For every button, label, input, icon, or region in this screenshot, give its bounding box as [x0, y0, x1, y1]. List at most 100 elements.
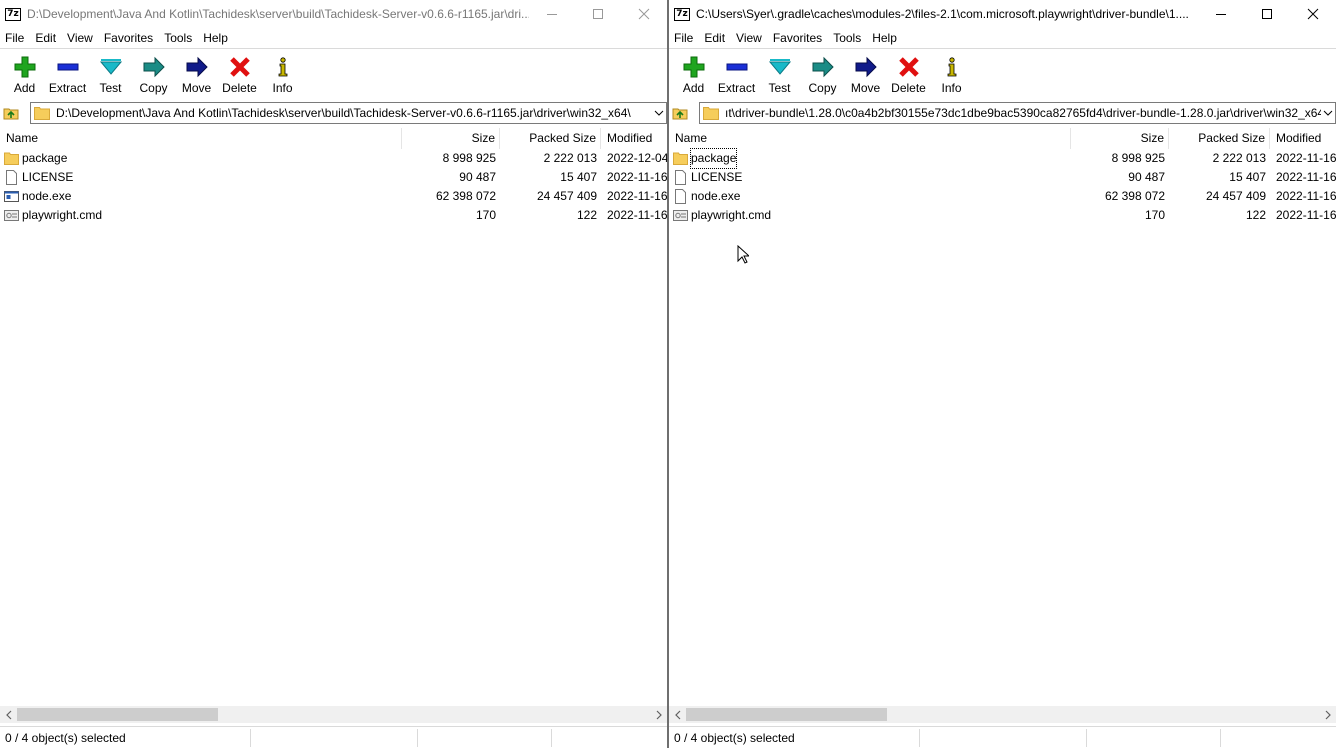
folder-icon [34, 107, 50, 120]
scroll-right-button[interactable] [1319, 706, 1336, 723]
title-bar[interactable]: 7z D:\Development\Java And Kotlin\Tachid… [0, 0, 667, 28]
item-modified: 2022-11-16 [1276, 151, 1336, 165]
item-modified: 2022-11-16 [1276, 170, 1336, 184]
folder-up-icon [672, 108, 688, 120]
test-button[interactable]: Test [89, 50, 132, 96]
scroll-left-button[interactable] [0, 706, 17, 723]
list-item[interactable]: node.exe 62 398 072 24 457 409 2022-11-1… [669, 187, 1336, 206]
item-packed-size: 122 [576, 208, 597, 222]
address-dropdown[interactable] [1321, 110, 1335, 116]
address-field[interactable]: ıt\driver-bundle\1.28.0\c0a4b2bf30155e73… [699, 102, 1336, 124]
delete-button[interactable]: Delete [887, 50, 930, 96]
column-packed-size[interactable]: Packed Size [500, 128, 601, 149]
copy-button[interactable]: Copy [801, 50, 844, 96]
info-button[interactable]: Info [261, 50, 304, 96]
extract-button[interactable]: Extract [46, 50, 89, 96]
test-icon [768, 59, 791, 75]
item-size: 90 487 [459, 170, 496, 184]
script-icon [4, 210, 19, 221]
title-bar[interactable]: 7z C:\Users\Syer\.gradle\caches\modules-… [669, 0, 1336, 28]
scroll-right-button[interactable] [650, 706, 667, 723]
scrollbar-thumb[interactable] [17, 708, 218, 721]
list-item[interactable]: LICENSE 90 487 15 407 2022-11-16 [669, 168, 1336, 187]
item-name: package [689, 148, 738, 169]
info-label: Info [272, 81, 293, 95]
extract-icon [57, 63, 78, 71]
address-text[interactable]: ıt\driver-bundle\1.28.0\c0a4b2bf30155e73… [725, 106, 1321, 120]
add-button[interactable]: Add [3, 50, 46, 96]
close-icon [1307, 8, 1319, 20]
menu-file[interactable]: File [669, 28, 699, 49]
menu-tools[interactable]: Tools [828, 28, 867, 49]
address-text[interactable]: D:\Development\Java And Kotlin\Tachidesk… [56, 106, 652, 120]
minimize-icon [1216, 14, 1226, 15]
move-button[interactable]: Move [175, 50, 218, 96]
parent-folder-button[interactable] [0, 102, 22, 124]
column-size[interactable]: Size [402, 128, 500, 149]
list-item[interactable]: LICENSE 90 487 15 407 2022-11-16 [0, 168, 667, 187]
extract-button[interactable]: Extract [715, 50, 758, 96]
horizontal-scrollbar[interactable] [0, 706, 667, 723]
close-button[interactable] [1290, 0, 1336, 28]
list-item[interactable]: playwright.cmd 170 122 2022-11-16 [0, 206, 667, 225]
column-modified[interactable]: Modified [1270, 128, 1336, 149]
list-header: Name Size Packed Size Modified [0, 128, 667, 149]
file-icon [6, 170, 17, 185]
column-modified[interactable]: Modified [601, 128, 667, 149]
list-item[interactable]: package 8 998 925 2 222 013 2022-11-16 [669, 148, 1336, 169]
column-name[interactable]: Name [0, 128, 402, 149]
horizontal-scrollbar[interactable] [669, 706, 1336, 723]
parent-folder-button[interactable] [669, 102, 691, 124]
copy-icon [143, 56, 165, 78]
extract-label: Extract [717, 81, 756, 95]
item-name: node.exe [691, 189, 741, 203]
close-button[interactable] [621, 0, 667, 28]
address-dropdown[interactable] [652, 110, 666, 116]
minimize-button[interactable] [529, 0, 575, 28]
move-icon [855, 56, 877, 78]
minimize-button[interactable] [1198, 0, 1244, 28]
delete-button[interactable]: Delete [218, 50, 261, 96]
column-packed-size[interactable]: Packed Size [1169, 128, 1270, 149]
copy-icon [812, 56, 834, 78]
delete-icon [229, 57, 250, 77]
address-field[interactable]: D:\Development\Java And Kotlin\Tachidesk… [30, 102, 667, 124]
info-button[interactable]: Info [930, 50, 973, 96]
list-item[interactable]: playwright.cmd 170 122 2022-11-16 [669, 206, 1336, 225]
item-name: LICENSE [691, 170, 743, 184]
column-size[interactable]: Size [1071, 128, 1169, 149]
menu-view[interactable]: View [731, 28, 768, 49]
scroll-left-button[interactable] [669, 706, 686, 723]
exe-icon [4, 191, 19, 202]
column-name[interactable]: Name [669, 128, 1071, 149]
menu-favorites[interactable]: Favorites [99, 28, 159, 49]
folder-icon [703, 107, 719, 120]
extract-icon [726, 63, 747, 71]
chevron-right-icon [1325, 710, 1331, 719]
test-button[interactable]: Test [758, 50, 801, 96]
status-separator [1220, 729, 1221, 747]
file-icon [675, 170, 686, 185]
menu-edit[interactable]: Edit [30, 28, 62, 49]
status-separator [250, 729, 251, 747]
list-item[interactable]: node.exe 62 398 072 24 457 409 2022-11-1… [0, 187, 667, 206]
scrollbar-thumb[interactable] [686, 708, 887, 721]
menu-file[interactable]: File [0, 28, 30, 49]
copy-button[interactable]: Copy [132, 50, 175, 96]
list-item[interactable]: package 8 998 925 2 222 013 2022-12-04 [0, 149, 667, 168]
maximize-button[interactable] [1244, 0, 1290, 28]
add-icon [683, 56, 704, 78]
menu-view[interactable]: View [62, 28, 99, 49]
menu-help[interactable]: Help [867, 28, 903, 49]
menu-help[interactable]: Help [198, 28, 234, 49]
move-button[interactable]: Move [844, 50, 887, 96]
info-icon [947, 57, 956, 77]
delete-icon [898, 57, 919, 77]
item-size: 8 998 925 [1111, 151, 1165, 165]
menu-tools[interactable]: Tools [159, 28, 198, 49]
maximize-button[interactable] [575, 0, 621, 28]
menu-favorites[interactable]: Favorites [768, 28, 828, 49]
toolbar: Add Extract Test Copy Move Delete Info [669, 50, 1336, 100]
menu-edit[interactable]: Edit [699, 28, 731, 49]
add-button[interactable]: Add [672, 50, 715, 96]
